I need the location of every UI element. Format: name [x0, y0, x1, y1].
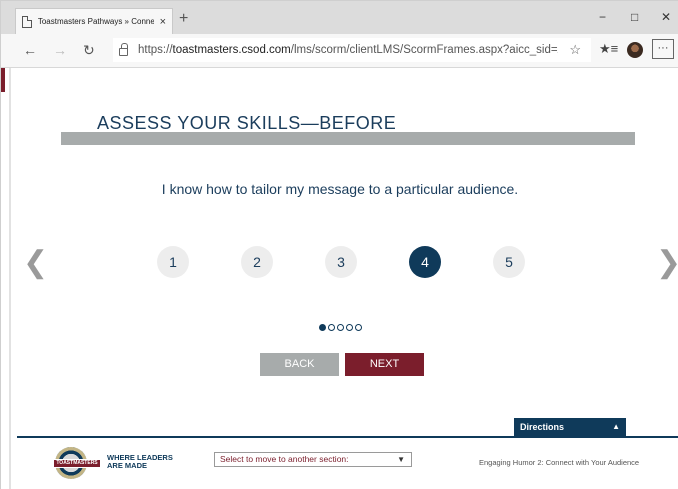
page-dot[interactable] [337, 324, 344, 331]
url-host: toastmasters.csod.com [172, 44, 291, 56]
footer: TOASTMASTERS WHERE LEADERS ARE MADE Sele… [17, 438, 678, 489]
browser-tab[interactable]: Toastmasters Pathways » Conne × [15, 8, 173, 34]
url-prefix: https:// [138, 44, 173, 56]
rating-option-4[interactable]: 4 [409, 246, 441, 278]
page-dot[interactable] [319, 324, 326, 331]
profile-avatar[interactable] [627, 42, 643, 58]
section-select[interactable]: Select to move to another section: ▼ [214, 452, 412, 467]
section-select-value: Select to move to another section: [220, 454, 349, 464]
favorite-star-icon[interactable]: ☆ [569, 42, 581, 58]
maximize-button[interactable]: □ [631, 10, 638, 24]
tab-title: Toastmasters Pathways » Conne [37, 17, 154, 26]
page-dot[interactable] [328, 324, 335, 331]
tab-close-icon[interactable]: × [160, 16, 166, 28]
page-title: ASSESS YOUR SKILLS—BEFORE [97, 113, 397, 133]
back-arrow-icon[interactable]: ← [23, 42, 37, 58]
back-button[interactable]: BACK [260, 353, 339, 376]
close-window-button[interactable]: ✕ [661, 10, 671, 24]
rating-option-3[interactable]: 3 [325, 246, 357, 278]
directions-label: Directions [520, 422, 565, 432]
url-path: /lms/scorm/clientLMS/ScormFrames.aspx?ai… [290, 44, 558, 56]
previous-arrow-icon[interactable]: ❮ [23, 245, 48, 280]
address-bar[interactable]: https://toastmasters.csod.com/lms/scorm/… [113, 38, 591, 62]
rating-option-5[interactable]: 5 [493, 246, 525, 278]
minimize-button[interactable]: − [599, 10, 606, 24]
navigation-bar: ← → ↻ https://toastmasters.csod.com/lms/… [1, 34, 678, 68]
forward-arrow-icon[interactable]: → [53, 42, 67, 58]
left-divider [9, 68, 11, 489]
next-arrow-icon[interactable]: ❯ [656, 245, 678, 280]
course-page: ASSESS YOUR SKILLS—BEFORE I know how to … [1, 68, 678, 489]
refresh-icon[interactable]: ↻ [83, 42, 95, 59]
tab-strip: Toastmasters Pathways » Conne × + − □ ✕ [1, 1, 678, 34]
browser-window: Toastmasters Pathways » Conne × + − □ ✕ … [0, 0, 678, 489]
page-indicator [319, 324, 362, 331]
page-dot[interactable] [346, 324, 353, 331]
page-icon [22, 15, 32, 28]
rating-option-2[interactable]: 2 [241, 246, 273, 278]
left-accent-bar [1, 68, 5, 92]
directions-tab[interactable]: Directions ▲ [514, 418, 626, 436]
page-dot[interactable] [355, 324, 362, 331]
logo-banner: TOASTMASTERS [53, 459, 101, 468]
url-text[interactable]: https://toastmasters.csod.com/lms/scorm/… [138, 44, 558, 56]
caret-up-icon: ▲ [612, 422, 620, 431]
next-button[interactable]: NEXT [345, 353, 424, 376]
chevron-down-icon: ▼ [397, 455, 405, 464]
new-tab-button[interactable]: + [179, 10, 188, 28]
lock-icon [119, 42, 128, 56]
tagline: WHERE LEADERS ARE MADE [107, 453, 173, 470]
title-underline-bar [61, 132, 635, 145]
rating-option-1[interactable]: 1 [157, 246, 189, 278]
more-menu-button[interactable]: ··· [652, 39, 674, 59]
assessment-question: I know how to tailor my message to a par… [161, 181, 519, 197]
course-title: Engaging Humor 2: Connect with Your Audi… [479, 458, 640, 467]
favorites-icon[interactable]: ★≡ [599, 41, 618, 57]
